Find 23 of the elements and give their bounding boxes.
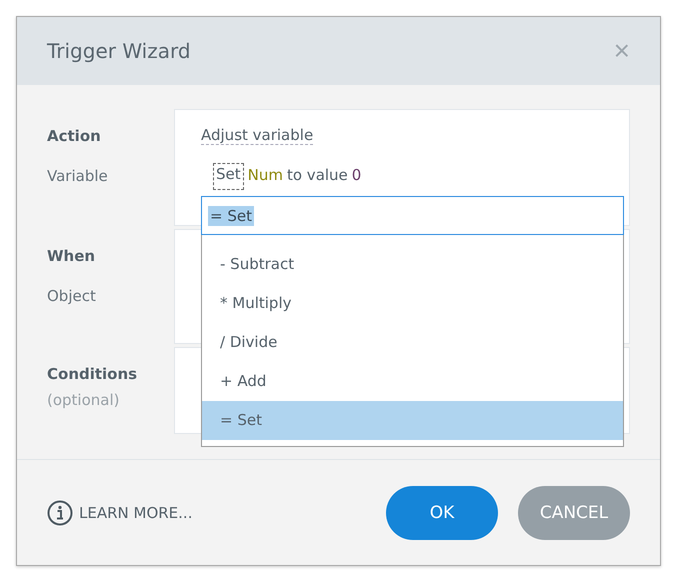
action-link[interactable]: Adjust variable xyxy=(201,126,314,145)
value-token[interactable]: 0 xyxy=(352,166,362,184)
field-label: Object xyxy=(47,287,97,305)
selected-text: = Set xyxy=(208,206,254,226)
dropdown-option[interactable]: + Add xyxy=(202,362,623,401)
learn-more-text: LEARN MORE... xyxy=(79,504,192,522)
section-label: When xyxy=(47,247,96,265)
sentence-text: to value xyxy=(286,166,348,184)
ok-button[interactable]: OK xyxy=(386,486,498,540)
window-title: Trigger Wizard xyxy=(47,39,191,63)
dropdown-option[interactable]: * Multiply xyxy=(202,284,623,323)
dropdown-option[interactable]: = Set xyxy=(202,401,623,440)
section-label: Conditions xyxy=(47,365,138,383)
section-label: Action xyxy=(47,127,102,145)
dropdown-option[interactable]: - Subtract xyxy=(202,245,623,284)
variable-token[interactable]: Num xyxy=(248,166,283,184)
field-label: Variable xyxy=(47,167,109,185)
operator-input-field[interactable]: = Set xyxy=(201,196,624,235)
dropdown-option[interactable]: / Divide xyxy=(202,323,623,362)
operator-token[interactable]: Set xyxy=(213,163,244,190)
field-label: (optional) xyxy=(47,391,120,409)
learn-more-link[interactable]: LEARN MORE... xyxy=(47,500,192,526)
info-icon xyxy=(47,500,73,526)
